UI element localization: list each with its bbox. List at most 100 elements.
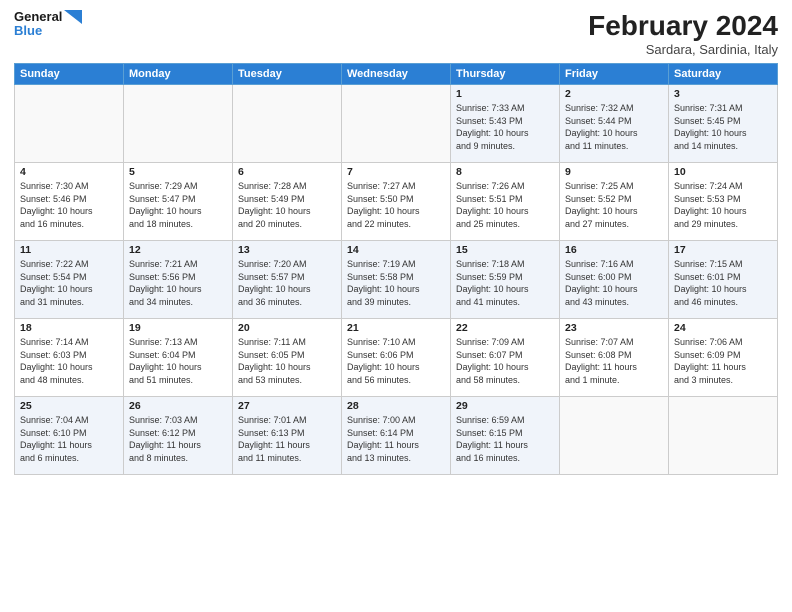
header-cell-sunday: Sunday: [15, 64, 124, 85]
day-number: 19: [129, 322, 227, 334]
day-cell: [233, 85, 342, 163]
day-info: Sunrise: 7:33 AM Sunset: 5:43 PM Dayligh…: [456, 102, 554, 152]
day-number: 14: [347, 244, 445, 256]
day-cell: 3 Sunrise: 7:31 AM Sunset: 5:45 PM Daylig…: [669, 85, 778, 163]
day-cell: 25Sunrise: 7:04 AM Sunset: 6:10 PM Dayli…: [15, 397, 124, 475]
day-info: Sunrise: 6:59 AM Sunset: 6:15 PM Dayligh…: [456, 414, 554, 464]
day-cell: 7 Sunrise: 7:27 AM Sunset: 5:50 PM Daylig…: [342, 163, 451, 241]
header-cell-tuesday: Tuesday: [233, 64, 342, 85]
day-number: 15: [456, 244, 554, 256]
header-cell-monday: Monday: [124, 64, 233, 85]
day-info: Sunrise: 7:03 AM Sunset: 6:12 PM Dayligh…: [129, 414, 227, 464]
day-number: 7: [347, 166, 445, 178]
calendar-page: General Blue February 2024 Sardara, Sard…: [0, 0, 792, 612]
day-cell: [669, 397, 778, 475]
week-row-1: 1 Sunrise: 7:33 AM Sunset: 5:43 PM Daylig…: [15, 85, 778, 163]
day-info: Sunrise: 7:27 AM Sunset: 5:50 PM Dayligh…: [347, 180, 445, 230]
day-info: Sunrise: 7:00 AM Sunset: 6:14 PM Dayligh…: [347, 414, 445, 464]
day-info: Sunrise: 7:20 AM Sunset: 5:57 PM Dayligh…: [238, 258, 336, 308]
day-info: Sunrise: 7:31 AM Sunset: 5:45 PM Dayligh…: [674, 102, 772, 152]
day-number: 17: [674, 244, 772, 256]
day-number: 10: [674, 166, 772, 178]
day-number: 18: [20, 322, 118, 334]
day-info: Sunrise: 7:30 AM Sunset: 5:46 PM Dayligh…: [20, 180, 118, 230]
day-number: 3: [674, 88, 772, 100]
day-cell: 20Sunrise: 7:11 AM Sunset: 6:05 PM Dayli…: [233, 319, 342, 397]
day-cell: 6Sunrise: 7:28 AM Sunset: 5:49 PM Daylig…: [233, 163, 342, 241]
day-cell: 26 Sunrise: 7:03 AM Sunset: 6:12 PM Dayli…: [124, 397, 233, 475]
day-cell: 9 Sunrise: 7:25 AM Sunset: 5:52 PM Daylig…: [560, 163, 669, 241]
day-cell: 17 Sunrise: 7:15 AM Sunset: 6:01 PM Dayli…: [669, 241, 778, 319]
day-number: 13: [238, 244, 336, 256]
day-number: 4: [20, 166, 118, 178]
logo-blue: Blue: [14, 24, 82, 38]
day-info: Sunrise: 7:22 AM Sunset: 5:54 PM Dayligh…: [20, 258, 118, 308]
main-title: February 2024: [588, 10, 778, 42]
day-cell: 13 Sunrise: 7:20 AM Sunset: 5:57 PM Dayli…: [233, 241, 342, 319]
day-cell: 21 Sunrise: 7:10 AM Sunset: 6:06 PM Dayli…: [342, 319, 451, 397]
day-cell: [124, 85, 233, 163]
day-info: Sunrise: 7:19 AM Sunset: 5:58 PM Dayligh…: [347, 258, 445, 308]
day-number: 8: [456, 166, 554, 178]
day-cell: 10 Sunrise: 7:24 AM Sunset: 5:53 PM Dayli…: [669, 163, 778, 241]
header-cell-thursday: Thursday: [451, 64, 560, 85]
day-cell: 2 Sunrise: 7:32 AM Sunset: 5:44 PM Daylig…: [560, 85, 669, 163]
day-cell: 15 Sunrise: 7:18 AM Sunset: 5:59 PM Dayli…: [451, 241, 560, 319]
day-number: 23: [565, 322, 663, 334]
day-info: Sunrise: 7:16 AM Sunset: 6:00 PM Dayligh…: [565, 258, 663, 308]
day-cell: 22 Sunrise: 7:09 AM Sunset: 6:07 PM Dayli…: [451, 319, 560, 397]
day-cell: 24 Sunrise: 7:06 AM Sunset: 6:09 PM Dayli…: [669, 319, 778, 397]
day-info: Sunrise: 7:04 AM Sunset: 6:10 PM Dayligh…: [20, 414, 118, 464]
logo: General Blue: [14, 10, 82, 39]
day-number: 29: [456, 400, 554, 412]
day-cell: 23 Sunrise: 7:07 AM Sunset: 6:08 PM Dayli…: [560, 319, 669, 397]
title-block: February 2024 Sardara, Sardinia, Italy: [588, 10, 778, 57]
logo-general: General: [14, 10, 62, 24]
calendar-table: SundayMondayTuesdayWednesdayThursdayFrid…: [14, 63, 778, 475]
day-info: Sunrise: 7:25 AM Sunset: 5:52 PM Dayligh…: [565, 180, 663, 230]
day-number: 1: [456, 88, 554, 100]
week-row-3: 11 Sunrise: 7:22 AM Sunset: 5:54 PM Dayli…: [15, 241, 778, 319]
day-cell: 11 Sunrise: 7:22 AM Sunset: 5:54 PM Dayli…: [15, 241, 124, 319]
day-cell: 1 Sunrise: 7:33 AM Sunset: 5:43 PM Daylig…: [451, 85, 560, 163]
day-cell: [342, 85, 451, 163]
day-info: Sunrise: 7:18 AM Sunset: 5:59 PM Dayligh…: [456, 258, 554, 308]
day-info: Sunrise: 7:09 AM Sunset: 6:07 PM Dayligh…: [456, 336, 554, 386]
day-cell: 5 Sunrise: 7:29 AM Sunset: 5:47 PM Daylig…: [124, 163, 233, 241]
day-cell: 14 Sunrise: 7:19 AM Sunset: 5:58 PM Dayli…: [342, 241, 451, 319]
day-info: Sunrise: 7:15 AM Sunset: 6:01 PM Dayligh…: [674, 258, 772, 308]
week-row-5: 25Sunrise: 7:04 AM Sunset: 6:10 PM Dayli…: [15, 397, 778, 475]
day-info: Sunrise: 7:10 AM Sunset: 6:06 PM Dayligh…: [347, 336, 445, 386]
day-info: Sunrise: 7:26 AM Sunset: 5:51 PM Dayligh…: [456, 180, 554, 230]
day-number: 21: [347, 322, 445, 334]
day-number: 5: [129, 166, 227, 178]
day-cell: 28Sunrise: 7:00 AM Sunset: 6:14 PM Dayli…: [342, 397, 451, 475]
header-cell-saturday: Saturday: [669, 64, 778, 85]
day-number: 9: [565, 166, 663, 178]
day-number: 2: [565, 88, 663, 100]
day-info: Sunrise: 7:29 AM Sunset: 5:47 PM Dayligh…: [129, 180, 227, 230]
day-number: 27: [238, 400, 336, 412]
day-info: Sunrise: 7:21 AM Sunset: 5:56 PM Dayligh…: [129, 258, 227, 308]
day-info: Sunrise: 7:07 AM Sunset: 6:08 PM Dayligh…: [565, 336, 663, 386]
day-cell: 16Sunrise: 7:16 AM Sunset: 6:00 PM Dayli…: [560, 241, 669, 319]
day-number: 22: [456, 322, 554, 334]
day-number: 6: [238, 166, 336, 178]
day-number: 11: [20, 244, 118, 256]
day-cell: [15, 85, 124, 163]
day-info: Sunrise: 7:14 AM Sunset: 6:03 PM Dayligh…: [20, 336, 118, 386]
week-row-2: 4 Sunrise: 7:30 AM Sunset: 5:46 PM Daylig…: [15, 163, 778, 241]
day-cell: 18 Sunrise: 7:14 AM Sunset: 6:03 PM Dayli…: [15, 319, 124, 397]
day-info: Sunrise: 7:06 AM Sunset: 6:09 PM Dayligh…: [674, 336, 772, 386]
day-cell: 27Sunrise: 7:01 AM Sunset: 6:13 PM Dayli…: [233, 397, 342, 475]
day-info: Sunrise: 7:32 AM Sunset: 5:44 PM Dayligh…: [565, 102, 663, 152]
day-info: Sunrise: 7:13 AM Sunset: 6:04 PM Dayligh…: [129, 336, 227, 386]
day-cell: 19 Sunrise: 7:13 AM Sunset: 6:04 PM Dayli…: [124, 319, 233, 397]
day-cell: 12Sunrise: 7:21 AM Sunset: 5:56 PM Dayli…: [124, 241, 233, 319]
day-number: 24: [674, 322, 772, 334]
day-number: 26: [129, 400, 227, 412]
header-row: SundayMondayTuesdayWednesdayThursdayFrid…: [15, 64, 778, 85]
header: General Blue February 2024 Sardara, Sard…: [14, 10, 778, 57]
day-cell: 29 Sunrise: 6:59 AM Sunset: 6:15 PM Dayli…: [451, 397, 560, 475]
day-info: Sunrise: 7:24 AM Sunset: 5:53 PM Dayligh…: [674, 180, 772, 230]
